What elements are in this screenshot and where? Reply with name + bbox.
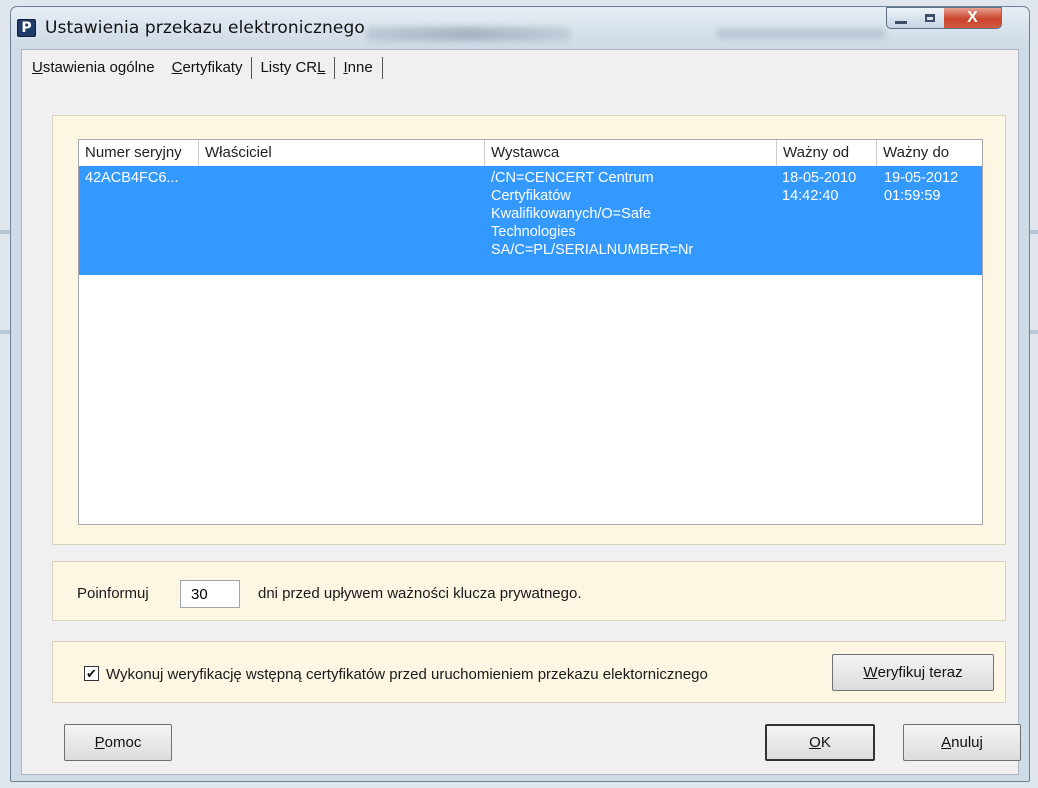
tab-general-settings[interactable]: Ustawienia ogólne (24, 57, 164, 79)
table-row[interactable]: 42ACB4FC6... /CN=CENCERT Centrum Certyfi… (79, 166, 982, 275)
tab-separator (381, 57, 383, 79)
maximize-icon (924, 14, 935, 22)
certificates-list[interactable]: Numer seryjny Właściciel Wystawca Ważny … (78, 139, 983, 525)
column-header-valid-to[interactable]: Ważny do (877, 140, 982, 166)
tab-other[interactable]: Inne (335, 57, 381, 79)
tab-strip: Ustawienia ogólne Certyfikaty Listy CRL … (24, 52, 383, 84)
cell-valid-from: 18-05-2010 14:42:40 (782, 170, 857, 204)
column-header-owner[interactable]: Właściciel (199, 140, 485, 166)
cell-issuer: /CN=CENCERT Centrum Certyfikatów Kwalifi… (491, 170, 694, 258)
close-button[interactable]: X (944, 7, 1002, 29)
blurred-title-region (716, 29, 886, 39)
notify-label: Poinformuj (77, 585, 149, 602)
window-title: Ustawienia przekazu elektronicznego (45, 18, 365, 38)
cell-valid-to: 19-05-2012 01:59:59 (884, 170, 959, 204)
help-button[interactable]: Pomoc (64, 724, 172, 761)
days-before-input[interactable] (180, 580, 240, 608)
close-icon: X (967, 9, 978, 26)
column-header-valid-from[interactable]: Ważny od (777, 140, 877, 166)
cell-serial: 42ACB4FC6... (85, 170, 179, 186)
verify-label: Wykonuj weryfikację wstępną certyfikatów… (106, 666, 708, 683)
verify-checkbox[interactable]: ✔ (84, 666, 99, 681)
minimize-button[interactable] (886, 7, 916, 29)
ok-button[interactable]: OK (765, 724, 875, 761)
maximize-button[interactable] (915, 7, 945, 29)
cancel-button[interactable]: Anuluj (903, 724, 1021, 761)
tab-crl-lists[interactable]: Listy CRL (252, 57, 334, 79)
minimize-icon (895, 20, 907, 24)
verify-now-button[interactable]: Weryfikuj teraz (832, 654, 994, 691)
blurred-title-region (366, 27, 571, 41)
column-header-issuer[interactable]: Wystawca (485, 140, 777, 166)
app-icon: P (17, 19, 36, 37)
list-header: Numer seryjny Właściciel Wystawca Ważny … (79, 140, 982, 167)
tab-certificates[interactable]: Certyfikaty (164, 57, 252, 79)
notify-suffix-label: dni przed upływem ważności klucza prywat… (258, 585, 582, 602)
checkmark-icon: ✔ (86, 666, 97, 681)
column-header-serial[interactable]: Numer seryjny (79, 140, 199, 166)
